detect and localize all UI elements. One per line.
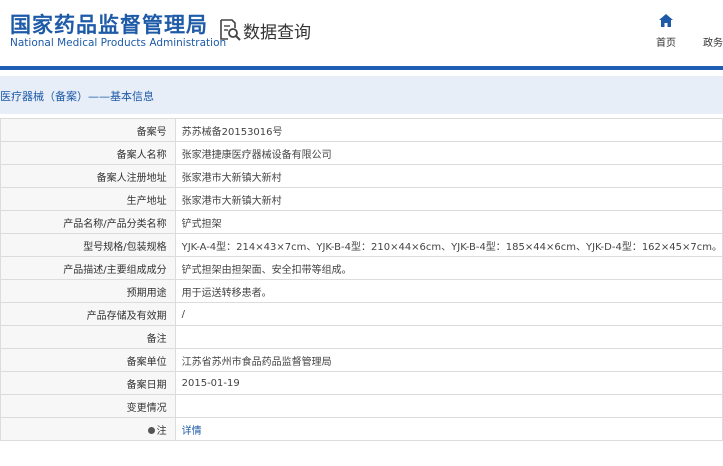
- table-row: 变更情况: [0, 394, 723, 418]
- header-divider: [0, 66, 723, 70]
- nav-home-label: 首页: [656, 38, 676, 49]
- field-value: YJK-A-4型：214×43×7cm、YJK-B-4型：210×44×6cm、…: [174, 233, 723, 257]
- org-name-cn[interactable]: 国家药品监督管理局: [10, 9, 208, 39]
- table-row: 备案单位 江苏省苏州市食品药品监督管理局: [0, 348, 723, 372]
- field-value: 铲式担架由担架面、安全扣带等组成。: [174, 256, 723, 280]
- field-label: 备案人注册地址: [0, 164, 176, 188]
- note-label: 注: [156, 425, 167, 437]
- field-value: 张家港捷康医疗器械设备有限公司: [174, 141, 723, 165]
- field-label: 备注: [0, 325, 176, 349]
- field-value: 铲式担架: [174, 210, 723, 234]
- field-label: 预期用途: [0, 279, 176, 303]
- field-label: 生产地址: [0, 187, 176, 211]
- field-label: 备案单位: [0, 348, 176, 372]
- document-search-icon: [218, 18, 242, 42]
- field-value: 2015-01-19: [174, 371, 723, 395]
- field-value: 用于运送转移患者。: [174, 279, 723, 303]
- field-value: 张家港市大新镇大新村: [174, 164, 723, 188]
- field-label: 备案人名称: [0, 141, 176, 165]
- query-title: 数据查询: [243, 23, 311, 43]
- field-value: 张家港市大新镇大新村: [174, 187, 723, 211]
- table-row: 备注: [0, 325, 723, 349]
- table-row: 备案日期 2015-01-19: [0, 371, 723, 395]
- field-value: [174, 325, 723, 349]
- field-label: 备案号: [0, 118, 176, 142]
- table-row: 备案人注册地址 张家港市大新镇大新村: [0, 164, 723, 188]
- field-label: 产品描述/主要组成成分: [0, 256, 176, 280]
- detail-table-body: 备案号 苏苏械备20153016号 备案人名称 张家港捷康医疗器械设备有限公司 备案人注…: [0, 118, 723, 441]
- site-header: 国家药品监督管理局 National Medical Products Admi…: [0, 0, 723, 66]
- field-value: [174, 394, 723, 418]
- home-icon: [659, 12, 673, 31]
- field-value: 苏苏械备20153016号: [174, 118, 723, 142]
- pin-icon: [147, 427, 155, 434]
- field-label: 产品名称/产品分类名称: [0, 210, 176, 234]
- section-title: 医疗器械（备案）——基本信息: [0, 90, 154, 103]
- org-name-en[interactable]: National Medical Products Administration: [10, 37, 226, 49]
- table-row: 备案人名称 张家港捷康医疗器械设备有限公司: [0, 141, 723, 165]
- detail-table: 备案号 苏苏械备20153016号 备案人名称 张家港捷康医疗器械设备有限公司 备案人注…: [0, 118, 723, 441]
- note-row: 注 详情: [0, 417, 723, 441]
- table-row: 产品名称/产品分类名称 铲式担架: [0, 210, 723, 234]
- table-row: 产品存储及有效期 /: [0, 302, 723, 326]
- table-row: 预期用途 用于运送转移患者。: [0, 279, 723, 303]
- note-label-cell: 注: [0, 417, 176, 441]
- field-label: 备案日期: [0, 371, 176, 395]
- field-value: /: [174, 302, 723, 326]
- field-value: 江苏省苏州市食品药品监督管理局: [174, 348, 723, 372]
- nav-policy[interactable]: 政务: [703, 34, 723, 49]
- table-row: 备案号 苏苏械备20153016号: [0, 118, 723, 142]
- table-row: 产品描述/主要组成成分 铲式担架由担架面、安全扣带等组成。: [0, 256, 723, 280]
- field-label: 型号规格/包装规格: [0, 233, 176, 257]
- detail-link[interactable]: 详情: [182, 426, 202, 437]
- field-label: 变更情况: [0, 394, 176, 418]
- field-label: 产品存储及有效期: [0, 302, 176, 326]
- table-row: 型号规格/包装规格 YJK-A-4型：214×43×7cm、YJK-B-4型：21…: [0, 233, 723, 257]
- nav-home[interactable]: 首页: [650, 12, 682, 49]
- note-value-cell: 详情: [174, 417, 723, 441]
- table-row: 生产地址 张家港市大新镇大新村: [0, 187, 723, 211]
